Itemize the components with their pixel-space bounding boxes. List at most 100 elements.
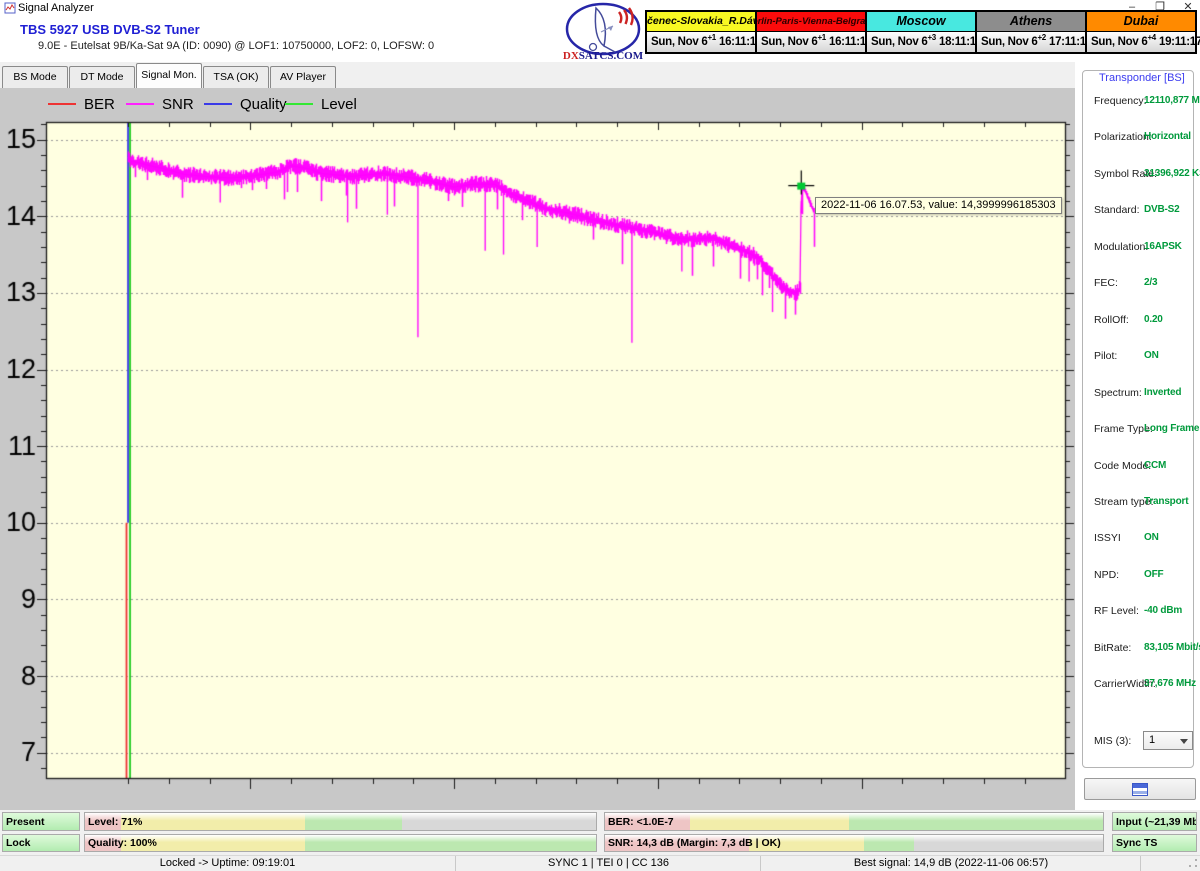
ber-label: BER: <1.0E-7 (608, 815, 674, 827)
window-title: Signal Analyzer (18, 2, 94, 14)
clock-1: Lučenec-Slovakia_R.DávidSun, Nov 6+116:1… (647, 12, 757, 52)
stream-icon (1132, 783, 1148, 796)
field-value: DVB-S2 (1144, 204, 1179, 215)
field-value: 16APSK (1144, 241, 1182, 252)
stream-options-button[interactable] (1084, 778, 1196, 800)
field-value: 0.20 (1144, 314, 1163, 325)
legend-line-swatch (48, 103, 76, 105)
gauge-segment (849, 813, 1103, 830)
transponder-field: Frame Type:Long Frame (1083, 423, 1195, 439)
gauge-segment (121, 813, 305, 830)
level-gauge: Level: 71% (84, 812, 597, 831)
snr-gauge: SNR: 14,3 dB (Margin: 7,3 dB | OK) (604, 834, 1104, 852)
clock-time: 16:11:17 (719, 36, 762, 48)
transponder-field: Stream type:Transport (1083, 496, 1195, 512)
transponder-field: Polarization:Horizontal (1083, 131, 1195, 147)
mis-label: MIS (3): (1094, 735, 1131, 747)
status-best-signal: Best signal: 14,9 dB (2022-11-06 06:57) (760, 856, 1141, 871)
transponder-field: BitRate:83,105 Mbit/s (1083, 642, 1195, 658)
input-indicator: Input (~21,39 Mbps) (1112, 812, 1197, 831)
legend-label: Level (321, 96, 357, 113)
transponder-groupbox: Transponder [BS] Frequency:12110,877 MHz… (1082, 70, 1194, 768)
status-bar: Locked -> Uptime: 09:19:01 SYNC 1 | TEI … (0, 855, 1200, 870)
clock-city: Dubai (1087, 12, 1195, 32)
transponder-title: Transponder [BS] (1096, 72, 1188, 84)
legend-item-level[interactable]: Level (285, 96, 357, 112)
transponder-field: NPD: OFF (1083, 569, 1195, 585)
present-label: Present (6, 815, 45, 827)
field-label: FEC: (1094, 277, 1118, 289)
resize-grip[interactable] (1188, 858, 1199, 869)
mis-dropdown[interactable]: 1 (1143, 731, 1193, 750)
field-label: Modulation: (1094, 241, 1148, 253)
legend-line-swatch (204, 103, 232, 105)
status-sync: SYNC 1 | TEI 0 | CC 136 (455, 856, 761, 871)
logo-text-rest: SATCS.COM (579, 50, 643, 62)
ber-gauge: BER: <1.0E-7 (604, 812, 1104, 831)
transponder-field: Symbol Rate:31396,922 KS/s (1083, 168, 1195, 184)
signal-chart[interactable]: BERSNRQualityLevel 2022-11-06 16.07.53, … (0, 88, 1075, 810)
logo-text-dx: DX (563, 50, 579, 62)
app-icon (4, 2, 16, 14)
clock-city: Lučenec-Slovakia_R.Dávid (647, 12, 755, 32)
tab-tsa-ok[interactable]: TSA (OK) (203, 66, 269, 88)
gauge-segment (305, 835, 596, 851)
clock-date: Sun, Nov 6 (1091, 36, 1147, 48)
clock-3: MoscowSun, Nov 6+318:11:17 (867, 12, 977, 52)
snr-label: SNR: 14,3 dB (Margin: 7,3 dB | OK) (608, 837, 781, 849)
field-label: Frequency: (1094, 95, 1147, 107)
clock-time: 17:11:17 (1049, 36, 1092, 48)
field-label: RF Level: (1094, 605, 1139, 617)
field-value: Transport (1144, 496, 1188, 507)
field-label: BitRate: (1094, 642, 1131, 654)
field-value: Inverted (1144, 387, 1181, 398)
legend-line-swatch (126, 103, 154, 105)
clock-time-row: Sun, Nov 6+116:11:17 (647, 32, 755, 52)
legend-item-ber[interactable]: BER (48, 96, 115, 112)
field-label: Code Mode: (1094, 460, 1151, 472)
clock-time-row: Sun, Nov 6+419:11:17 (1087, 32, 1195, 52)
transponder-field: Pilot: ON (1083, 350, 1195, 366)
clock-utc-offset: +1 (707, 33, 716, 42)
field-label: ISSYI (1094, 532, 1121, 544)
field-label: Pilot: (1094, 350, 1117, 362)
clock-date: Sun, Nov 6 (981, 36, 1037, 48)
field-value: ON (1144, 350, 1159, 361)
chevron-down-icon (1180, 739, 1188, 744)
input-label: Input (~21,39 Mbps) (1116, 815, 1197, 827)
clock-city: Moscow (867, 12, 975, 32)
tab-av-player[interactable]: AV Player (270, 66, 336, 88)
field-value: OFF (1144, 569, 1163, 580)
field-label: RollOff: (1094, 314, 1129, 326)
field-label: NPD: (1094, 569, 1119, 581)
field-value: -40 dBm (1144, 605, 1182, 616)
dxsatcs-logo: DXSATCS.COM (563, 2, 643, 62)
transponder-field: FEC:2/3 (1083, 277, 1195, 293)
transponder-field: Frequency:12110,877 MHz (1083, 95, 1195, 111)
clock-utc-offset: +4 (1147, 33, 1156, 42)
clock-city: Berlin-Paris-Vienna-Belgrade (757, 12, 865, 32)
transponder-field: CarrierWidth:37,676 MHz (1083, 678, 1195, 694)
device-title: TBS 5927 USB DVB-S2 Tuner (20, 22, 200, 37)
clock-date: Sun, Nov 6 (871, 36, 927, 48)
gauge-segment (305, 813, 402, 830)
tab-dt-mode[interactable]: DT Mode (69, 66, 135, 88)
clock-time-row: Sun, Nov 6+217:11:17 (977, 32, 1085, 52)
legend-item-snr[interactable]: SNR (126, 96, 194, 112)
field-value: 12110,877 MHz (1144, 95, 1200, 106)
quality-label: Quality: 100% (88, 837, 157, 849)
device-subtitle: 9.0E - Eutelsat 9B/Ka-Sat 9A (ID: 0090) … (38, 40, 434, 52)
sync-ts-label: Sync TS (1116, 837, 1157, 849)
svg-text:DXSATCS.COM: DXSATCS.COM (563, 50, 643, 62)
sync-ts-indicator: Sync TS (1112, 834, 1197, 852)
tab-signal-mon[interactable]: Signal Mon. (136, 63, 202, 88)
tab-strip: BS ModeDT ModeSignal Mon.TSA (OK)AV Play… (0, 62, 1075, 88)
tab-bs-mode[interactable]: BS Mode (2, 66, 68, 88)
field-label: Spectrum: (1094, 387, 1142, 399)
level-label: Level: 71% (88, 815, 142, 827)
field-value: 83,105 Mbit/s (1144, 642, 1200, 653)
legend-item-quality[interactable]: Quality (204, 96, 287, 112)
mis-selected-value: 1 (1149, 734, 1155, 746)
clock-5: DubaiSun, Nov 6+419:11:17 (1087, 12, 1195, 52)
transponder-field: Modulation:16APSK (1083, 241, 1195, 257)
